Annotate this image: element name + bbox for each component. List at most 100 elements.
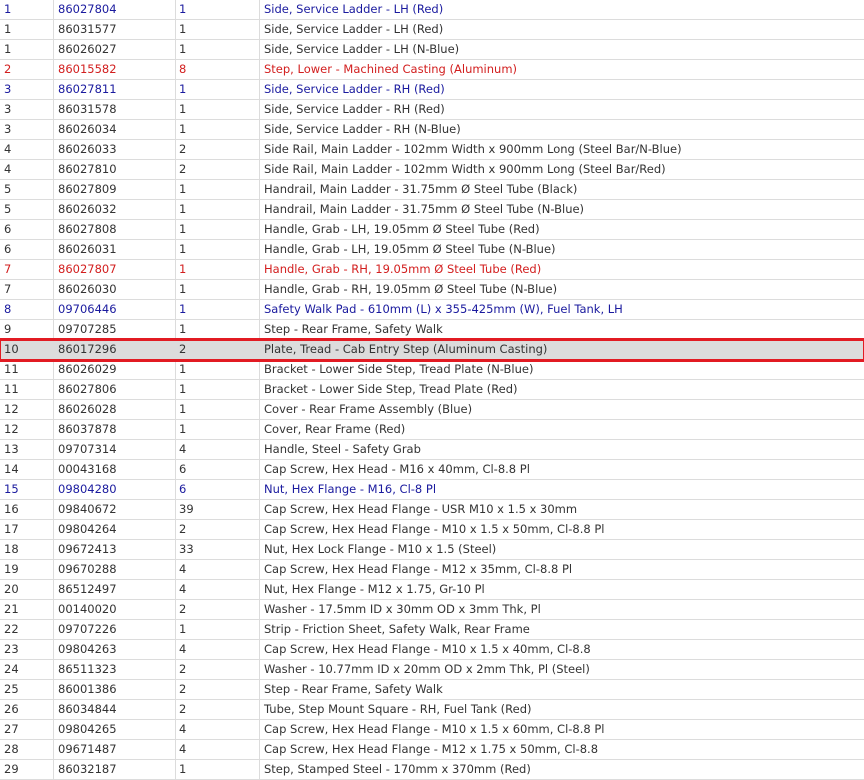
part-number-cell: 86001386 [54,680,176,699]
table-row[interactable]: 1 86027804 1 Side, Service Ladder - LH (Red… [0,0,864,20]
description-cell: Side, Service Ladder - LH (Red) [264,22,444,36]
part-number-cell: 09707285 [54,320,176,339]
quantity-cell: 2 [176,680,260,699]
table-row[interactable]: 18 09672413 33 Nut, Hex Lock Flange - M10 x… [0,540,864,560]
item-number-cell: 16 [0,500,54,519]
table-row[interactable]: 25 86001386 2 Step - Rear Frame, Safety Wal… [0,680,864,700]
item-number-cell: 17 [0,520,54,539]
table-row[interactable]: 22 09707226 1 Strip - Friction Sheet, Safet… [0,620,864,640]
table-row[interactable]: 5 86027809 1 Handrail, Main Ladder - 31.75m… [0,180,864,200]
table-row[interactable]: 28 09671487 4 Cap Screw, Hex Head Flange - … [0,740,864,760]
table-row[interactable]: 26 86034844 2 Tube, Step Mount Square - RH,… [0,700,864,720]
item-number-cell: 6 [0,220,54,239]
item-number-cell: 29 [0,760,54,779]
description-cell: Side, Service Ladder - LH (Red) [264,2,444,16]
quantity-cell: 1 [176,280,260,299]
description-cell: Step, Lower - Machined Casting (Aluminum… [264,62,518,76]
quantity-cell: 4 [176,740,260,759]
description-cell: Cap Screw, Hex Head Flange - M10 x 1.5 x… [264,642,591,656]
quantity-cell: 4 [176,560,260,579]
table-row[interactable]: 19 09670288 4 Cap Screw, Hex Head Flange - … [0,560,864,580]
table-row[interactable]: 4 86027810 2 Side Rail, Main Ladder - 102mm… [0,160,864,180]
quantity-cell: 1 [176,40,260,59]
part-number-cell: 86027804 [54,0,176,19]
description-cell: Handrail, Main Ladder - 31.75mm Ø Steel … [264,202,585,216]
table-row[interactable]: 20 86512497 4 Nut, Hex Flange - M12 x 1.75,… [0,580,864,600]
item-number-cell: 11 [0,380,54,399]
table-row[interactable]: 3 86026034 1 Side, Service Ladder - RH (N-B… [0,120,864,140]
table-row[interactable]: 3 86031578 1 Side, Service Ladder - RH (Red… [0,100,864,120]
table-row[interactable]: 27 09804265 4 Cap Screw, Hex Head Flange - … [0,720,864,740]
part-number-cell: 00043168 [54,460,176,479]
table-row[interactable]: 3 86027811 1 Side, Service Ladder - RH (Red… [0,80,864,100]
item-number-cell: 27 [0,720,54,739]
part-number-cell: 86027808 [54,220,176,239]
item-number-cell: 15 [0,480,54,499]
table-row[interactable]: 5 86026032 1 Handrail, Main Ladder - 31.75m… [0,200,864,220]
table-row[interactable]: 6 86027808 1 Handle, Grab - LH, 19.05mm Ø S… [0,220,864,240]
table-row[interactable]: 21 00140020 2 Washer - 17.5mm ID x 30mm OD … [0,600,864,620]
description-cell: Handle, Grab - RH, 19.05mm Ø Steel Tube … [264,282,558,296]
item-number-cell: 7 [0,280,54,299]
table-row-selected[interactable]: 10 86017296 2 Plate, Tread - Cab Entry Step… [0,338,864,362]
item-number-cell: 1 [0,0,54,19]
description-cell: Step, Stamped Steel - 170mm x 370mm (Red… [264,762,531,776]
item-number-cell: 23 [0,640,54,659]
part-number-cell: 86032187 [54,760,176,779]
table-row[interactable]: 13 09707314 4 Handle, Steel - Safety Grab [0,440,864,460]
description-cell: Plate, Tread - Cab Entry Step (Aluminum … [264,342,548,356]
table-row[interactable]: 11 86027806 1 Bracket - Lower Side Step, Tr… [0,380,864,400]
quantity-cell: 33 [176,540,260,559]
table-row[interactable]: 29 86032187 1 Step, Stamped Steel - 170mm x… [0,760,864,780]
item-number-cell: 25 [0,680,54,699]
table-row[interactable]: 24 86511323 2 Washer - 10.77mm ID x 20mm OD… [0,660,864,680]
table-row[interactable]: 15 09804280 6 Nut, Hex Flange - M16, Cl-8 P… [0,480,864,500]
table-row[interactable]: 12 86026028 1 Cover - Rear Frame Assembly (… [0,400,864,420]
table-row[interactable]: 1 86026027 1 Side, Service Ladder - LH (N-B… [0,40,864,60]
table-row[interactable]: 14 00043168 6 Cap Screw, Hex Head - M16 x 4… [0,460,864,480]
part-number-cell: 86026027 [54,40,176,59]
table-row[interactable]: 11 86026029 1 Bracket - Lower Side Step, Tr… [0,360,864,380]
item-number-cell: 12 [0,420,54,439]
table-row[interactable]: 17 09804264 2 Cap Screw, Hex Head Flange - … [0,520,864,540]
item-number-cell: 4 [0,140,54,159]
part-number-cell: 86015582 [54,60,176,79]
table-row[interactable]: 7 86026030 1 Handle, Grab - RH, 19.05mm Ø S… [0,280,864,300]
quantity-cell: 4 [176,640,260,659]
quantity-cell: 2 [176,600,260,619]
table-row[interactable]: 4 86026033 2 Side Rail, Main Ladder - 102mm… [0,140,864,160]
quantity-cell: 4 [176,720,260,739]
part-number-cell: 09804265 [54,720,176,739]
quantity-cell: 1 [176,420,260,439]
description-cell: Nut, Hex Flange - M16, Cl-8 Pl [264,482,437,496]
description-cell: Step - Rear Frame, Safety Walk [264,682,443,696]
description-cell: Cap Screw, Hex Head Flange - USR M10 x 1… [264,502,578,516]
quantity-cell: 1 [176,300,260,319]
table-row[interactable]: 1 86031577 1 Side, Service Ladder - LH (Red… [0,20,864,40]
part-number-cell: 09670288 [54,560,176,579]
item-number-cell: 20 [0,580,54,599]
table-row[interactable]: 6 86026031 1 Handle, Grab - LH, 19.05mm Ø S… [0,240,864,260]
description-cell: Cap Screw, Hex Head Flange - M10 x 1.5 x… [264,722,605,736]
part-number-cell: 09804264 [54,520,176,539]
quantity-cell: 1 [176,100,260,119]
table-row[interactable]: 23 09804263 4 Cap Screw, Hex Head Flange - … [0,640,864,660]
quantity-cell: 6 [176,460,260,479]
description-cell: Side, Service Ladder - RH (Red) [264,82,445,96]
description-cell: Nut, Hex Flange - M12 x 1.75, Gr-10 Pl [264,582,485,596]
part-number-cell: 86026028 [54,400,176,419]
table-row[interactable]: 7 86027807 1 Handle, Grab - RH, 19.05mm Ø S… [0,260,864,280]
quantity-cell: 1 [176,620,260,639]
quantity-cell: 2 [176,700,260,719]
item-number-cell: 3 [0,120,54,139]
table-row[interactable]: 16 09840672 39 Cap Screw, Hex Head Flange -… [0,500,864,520]
table-row[interactable]: 12 86037878 1 Cover, Rear Frame (Red) [0,420,864,440]
part-number-cell: 86037878 [54,420,176,439]
table-row[interactable]: 2 86015582 8 Step, Lower - Machined Casting… [0,60,864,80]
table-row[interactable]: 9 09707285 1 Step - Rear Frame, Safety Walk [0,320,864,340]
item-number-cell: 19 [0,560,54,579]
description-cell: Cap Screw, Hex Head Flange - M12 x 35mm,… [264,562,573,576]
table-row[interactable]: 8 09706446 1 Safety Walk Pad - 610mm (L) x … [0,300,864,320]
quantity-cell: 2 [176,160,260,179]
description-cell: Cap Screw, Hex Head Flange - M10 x 1.5 x… [264,522,605,536]
